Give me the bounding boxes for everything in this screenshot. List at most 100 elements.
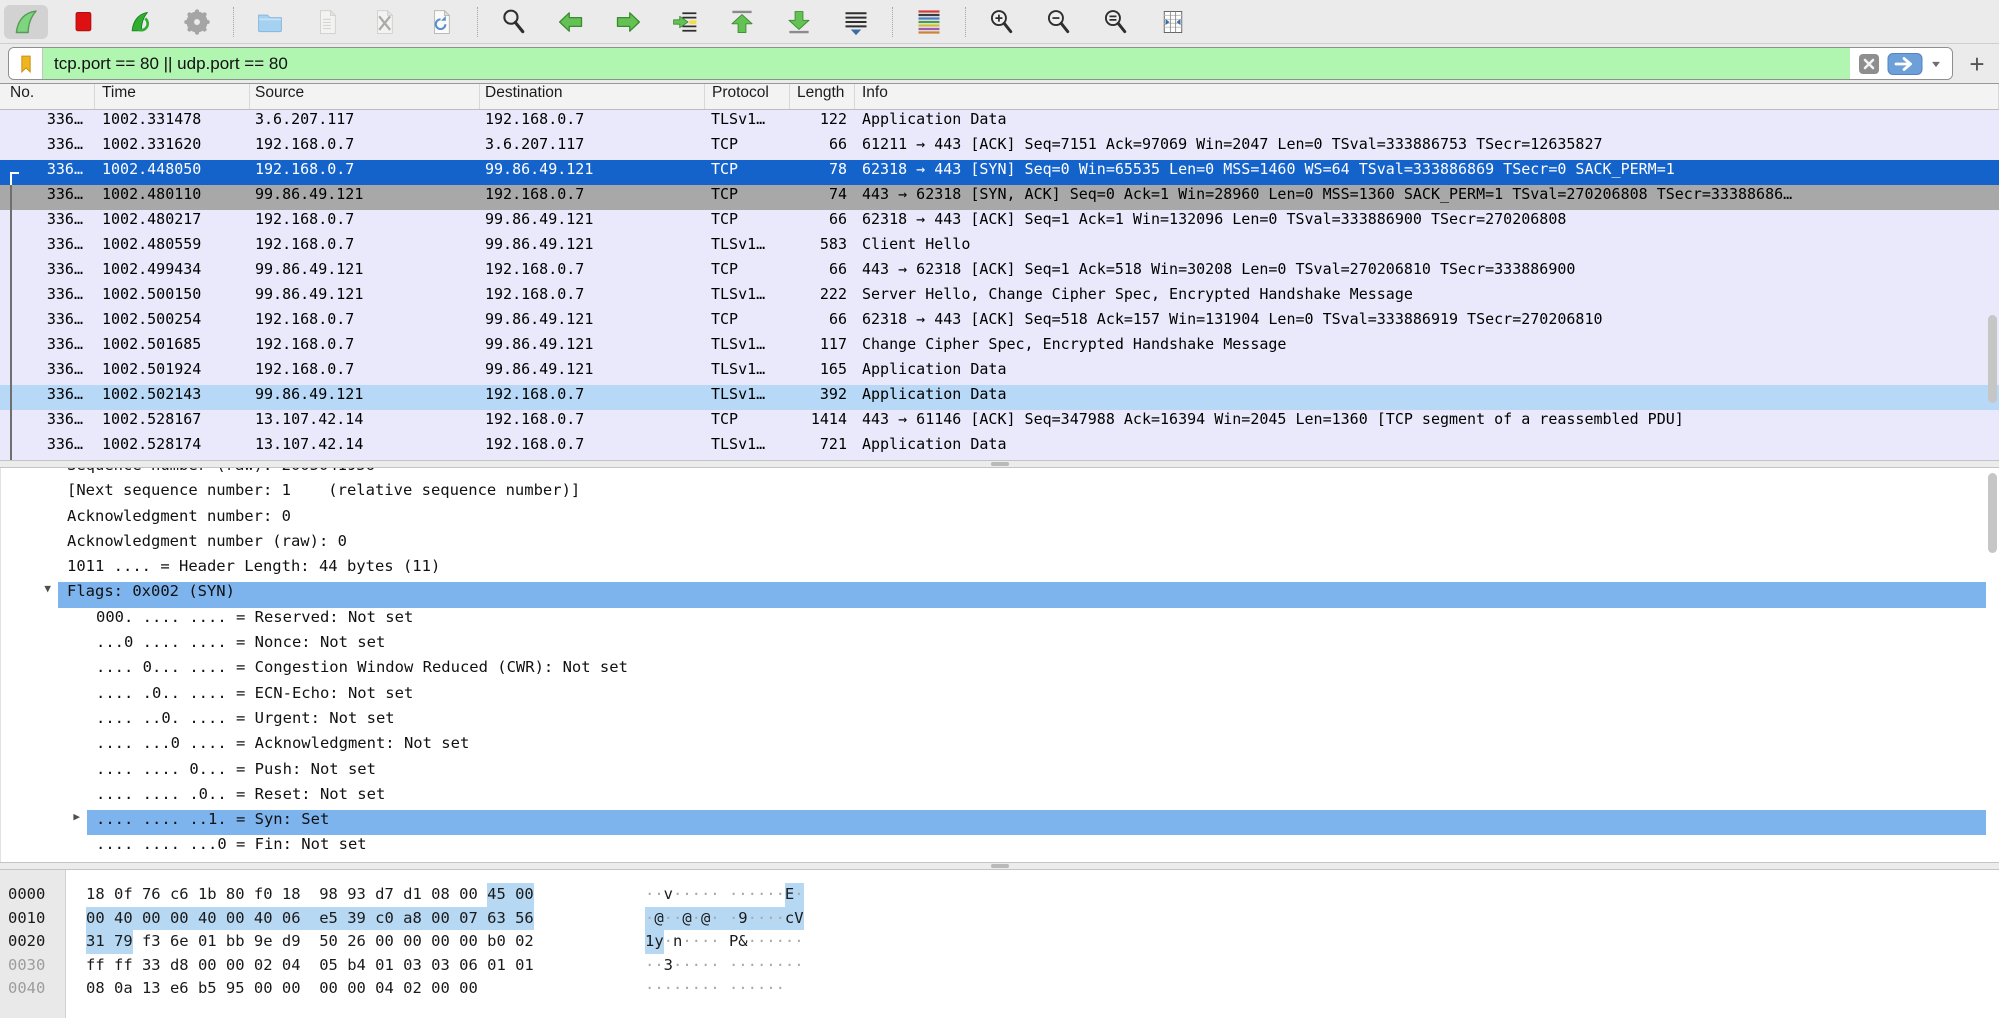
packet-row[interactable]: 336…1002.52816713.107.42.14192.168.0.7TC… [0, 410, 1999, 435]
hex-rows[interactable]: 0000180f76c61b80f0189893d7d108004500··v·… [0, 883, 1999, 1001]
hex-byte: e6 [170, 977, 189, 1001]
filter-bookmark-button[interactable] [9, 48, 43, 79]
detail-line[interactable]: .... .... ...0 = Fin: Not set [1, 835, 1986, 860]
ascii-char: · [766, 977, 775, 1001]
source-cell: 3.6.207.117 [250, 110, 480, 135]
protocol-cell: TLSv1… [705, 435, 790, 460]
collapse-triangle-icon[interactable]: ▼ [44, 582, 51, 595]
hex-byte: 00 [226, 954, 245, 978]
hex-row[interactable]: 0030ffff33d80000020405b4010303060101··3·… [0, 954, 1999, 978]
column-header-time[interactable]: Time [95, 84, 250, 109]
packet-row[interactable]: 336…1002.50214399.86.49.121192.168.0.7TL… [0, 385, 1999, 410]
packet-row[interactable]: 336…1002.48011099.86.49.121192.168.0.7TC… [0, 185, 1999, 210]
detail-indent [1, 684, 87, 709]
detail-line[interactable]: .... ...0 .... = Acknowledgment: Not set [1, 734, 1986, 759]
conversation-bracket-line [10, 310, 12, 335]
column-header-protocol[interactable]: Protocol [705, 84, 790, 109]
packet-row[interactable]: 336…1002.52817413.107.42.14192.168.0.7TL… [0, 435, 1999, 460]
detail-line[interactable]: .... .0.. .... = ECN-Echo: Not set [1, 684, 1986, 709]
packet-row[interactable]: 336…1002.480217192.168.0.799.86.49.121TC… [0, 210, 1999, 235]
pane-splitter-top[interactable] [0, 460, 1999, 468]
hex-byte: 00 [431, 977, 450, 1001]
column-header-source[interactable]: Source [250, 84, 480, 109]
hex-row[interactable]: 00203179f36e01bb9ed9502600000000b0021y·n… [0, 930, 1999, 954]
packet-row[interactable]: 336…1002.49943499.86.49.121192.168.0.7TC… [0, 260, 1999, 285]
auto-scroll-button[interactable] [834, 5, 878, 39]
source-cell: 99.86.49.121 [250, 260, 480, 285]
detail-line[interactable]: .... 0... .... = Congestion Window Reduc… [1, 658, 1986, 683]
packet-row[interactable]: 336…1002.501685192.168.0.799.86.49.121TL… [0, 335, 1999, 360]
detail-line[interactable]: 000. .... .... = Reserved: Not set [1, 608, 1986, 633]
source-cell: 13.107.42.14 [250, 435, 480, 460]
ascii-char: @ [654, 907, 663, 931]
capture-options-button[interactable] [175, 5, 219, 39]
detail-line[interactable]: 1011 .... = Header Length: 44 bytes (11) [1, 557, 1986, 582]
restart-capture-button[interactable] [118, 5, 162, 39]
colorize-icon [914, 8, 944, 36]
packet-row[interactable]: 336…1002.3314783.6.207.117192.168.0.7TLS… [0, 110, 1999, 135]
packet-row[interactable]: 336…1002.50015099.86.49.121192.168.0.7TL… [0, 285, 1999, 310]
packet-row[interactable]: 336…1002.480559192.168.0.799.86.49.121TL… [0, 235, 1999, 260]
details-scrollbar[interactable] [1988, 473, 1997, 553]
zoom-in-button[interactable] [980, 5, 1024, 39]
go-back-button[interactable] [549, 5, 593, 39]
packet-row[interactable]: 336…1002.500254192.168.0.799.86.49.121TC… [0, 310, 1999, 335]
display-filter-input[interactable] [43, 54, 1850, 74]
hex-byte: 76 [142, 883, 161, 907]
time-cell: 1002.500254 [95, 310, 250, 335]
expand-triangle-icon[interactable]: ▶ [73, 810, 80, 823]
time-cell: 1002.480217 [95, 210, 250, 235]
hex-offset: 0020 [8, 930, 45, 954]
destination-cell: 3.6.207.117 [480, 135, 705, 160]
display-filter-field[interactable] [8, 47, 1953, 80]
zoom-out-button[interactable] [1037, 5, 1081, 39]
filter-dropdown-button[interactable] [1929, 57, 1943, 71]
packet-row[interactable]: 336…1002.448050192.168.0.799.86.49.121TC… [0, 160, 1999, 185]
detail-line[interactable]: .... .... 0... = Push: Not set [1, 760, 1986, 785]
hex-bytes: 0040000040004006e539c0a800076356 [86, 907, 543, 931]
save-doc-icon [312, 8, 342, 36]
detail-line[interactable]: [Next sequence number: 1 (relative seque… [1, 481, 1986, 506]
start-capture-button[interactable] [4, 5, 48, 39]
pane-splitter-bottom[interactable] [0, 862, 1999, 870]
hex-bytes: 080a13e6b5950000000004020000 [86, 977, 487, 1001]
packet-row[interactable]: 336…1002.331620192.168.0.73.6.207.117TCP… [0, 135, 1999, 160]
go-to-packet-button[interactable] [663, 5, 707, 39]
column-header-no[interactable]: No. [0, 84, 95, 109]
column-header-destination[interactable]: Destination [480, 84, 705, 109]
packet-list-scrollbar[interactable] [1988, 315, 1997, 403]
ascii-char: · [738, 883, 747, 907]
go-forward-button[interactable] [606, 5, 650, 39]
reload-file-button[interactable] [419, 5, 463, 39]
detail-line[interactable]: ▶.... .... ..1. = Syn: Set [1, 810, 1986, 835]
zoom-reset-button[interactable] [1094, 5, 1138, 39]
filter-apply-button[interactable] [1887, 52, 1923, 76]
info-cell: 62318 → 443 [ACK] Seq=1 Ack=1 Win=132096… [855, 210, 1999, 235]
column-header-length[interactable]: Length [790, 84, 855, 109]
filter-add-button[interactable]: + [1963, 46, 1991, 82]
resize-columns-button[interactable] [1151, 5, 1195, 39]
filter-toolbar: + [0, 44, 1999, 84]
detail-line[interactable]: Acknowledgment number: 0 [1, 507, 1986, 532]
detail-line[interactable]: .... .... .0.. = Reset: Not set [1, 785, 1986, 810]
hex-row[interactable]: 00100040000040004006e539c0a800076356·@··… [0, 907, 1999, 931]
go-first-packet-button[interactable] [720, 5, 764, 39]
find-packet-button[interactable] [492, 5, 536, 39]
column-header-info[interactable]: Info [855, 84, 1999, 109]
detail-line[interactable]: ...0 .... .... = Nonce: Not set [1, 633, 1986, 658]
colorize-packets-button[interactable] [907, 5, 951, 39]
filter-clear-button[interactable] [1857, 52, 1881, 76]
detail-line[interactable]: .... ..0. .... = Urgent: Not set [1, 709, 1986, 734]
save-file-button[interactable] [305, 5, 349, 39]
hex-byte: d9 [282, 930, 301, 954]
go-last-packet-button[interactable] [777, 5, 821, 39]
detail-line[interactable]: Sequence number (raw): 2005041956 [1, 468, 1986, 481]
hex-row[interactable]: 0040080a13e6b5950000000004020000········… [0, 977, 1999, 1001]
close-file-button[interactable] [362, 5, 406, 39]
detail-line[interactable]: Acknowledgment number (raw): 0 [1, 532, 1986, 557]
detail-line[interactable]: ▼Flags: 0x002 (SYN) [1, 582, 1986, 607]
hex-row[interactable]: 0000180f76c61b80f0189893d7d108004500··v·… [0, 883, 1999, 907]
stop-capture-button[interactable] [61, 5, 105, 39]
packet-row[interactable]: 336…1002.501924192.168.0.799.86.49.121TL… [0, 360, 1999, 385]
open-file-button[interactable] [248, 5, 292, 39]
